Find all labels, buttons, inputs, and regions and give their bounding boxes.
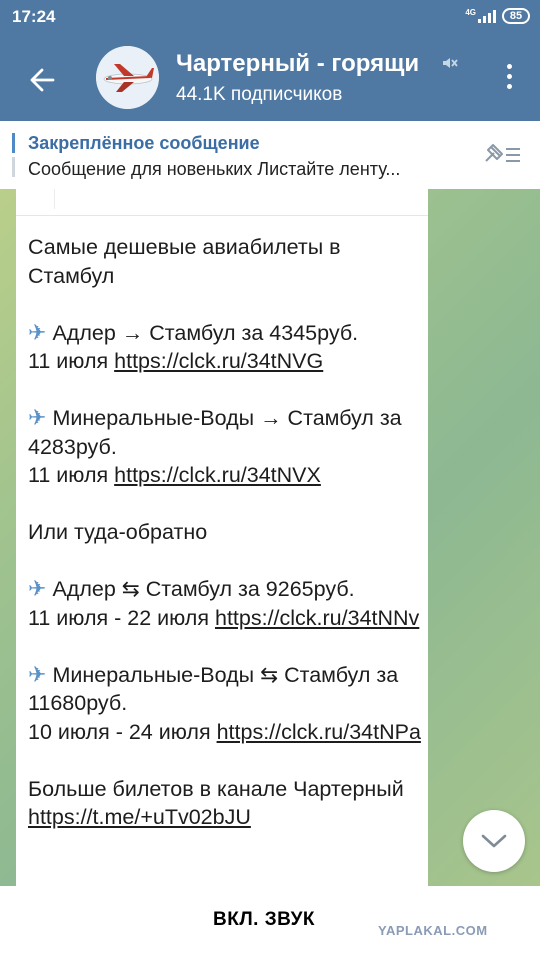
unmute-button[interactable]: ВКЛ. ЗВУК — [213, 909, 315, 931]
pinned-indicator — [12, 133, 15, 179]
offer-item: ✈ Адлер → Стамбул за 4345руб. 11 июля htt… — [28, 319, 422, 376]
pinned-text: Сообщение для новеньких Листайте ленту..… — [28, 159, 401, 179]
offer-route: Адлер → Стамбул за 4345руб. — [52, 320, 359, 345]
offer-item: ✈ Минеральные-Воды → Стамбул за 4283руб. … — [28, 404, 422, 490]
channel-avatar[interactable] — [96, 46, 159, 109]
airplane-avatar-icon — [96, 46, 159, 109]
watermark: YAPLAKAL.COM — [378, 923, 488, 938]
back-arrow-icon — [30, 68, 55, 92]
offer-link[interactable]: https://clck.ru/34tNVX — [114, 463, 321, 487]
pinned-title: Закреплённое сообщение — [28, 133, 260, 153]
airplane-icon: ✈ — [28, 661, 47, 687]
signal-icon — [478, 9, 496, 23]
more-tickets: Больше билетов в канале Чартерный https:… — [28, 775, 422, 832]
previous-message-edge — [16, 189, 428, 216]
message-bubble[interactable]: Самые дешевые авиабилеты в Стамбул ✈ Адле… — [16, 189, 428, 886]
battery-level: 85 — [509, 10, 523, 22]
chevron-down-icon — [481, 834, 507, 848]
message-text: Самые дешевые авиабилеты в Стамбул ✈ Адле… — [28, 233, 422, 860]
offer-route: Минеральные-Воды → Стамбул за 4283руб. — [28, 406, 402, 459]
roundtrip-heading: Или туда-обратно — [28, 520, 208, 544]
channel-header: Чартерный - горящи 44.1K подписчиков — [0, 36, 540, 121]
roundtrip-item: ✈ Минеральные-Воды ⇆ Стамбул за 11680руб.… — [28, 661, 422, 747]
airplane-icon: ✈ — [28, 405, 47, 430]
roundtrip-link[interactable]: https://clck.ru/34tNPa — [217, 720, 421, 744]
airplane-icon: ✈ — [28, 319, 47, 345]
network-type: 4G — [465, 7, 476, 17]
roundtrip-date: 10 июля - 24 июля — [28, 719, 211, 744]
pinned-list-icon[interactable] — [482, 141, 522, 174]
roundtrip-link[interactable]: https://clck.ru/34tNNv — [215, 606, 419, 630]
muted-icon — [440, 54, 458, 77]
pinned-message[interactable]: Закреплённое сообщение Сообщение для нов… — [0, 121, 540, 190]
roundtrip-route: Адлер ⇆ Стамбул за 9265руб. — [52, 577, 355, 601]
offer-link[interactable]: https://clck.ru/34tNVG — [114, 349, 323, 373]
channel-invite-link[interactable]: https://t.me/+uTv02bJU — [28, 805, 251, 829]
subscriber-count: 44.1K подписчиков — [176, 84, 343, 105]
message-intro: Самые дешевые авиабилеты в Стамбул — [28, 235, 341, 288]
more-menu-icon[interactable] — [507, 64, 512, 89]
status-time: 17:24 — [12, 7, 56, 26]
chat-area[interactable]: Самые дешевые авиабилеты в Стамбул ✈ Адле… — [0, 189, 540, 886]
battery-icon: 85 — [502, 8, 530, 24]
more-text: Больше билетов в канале Чартерный — [28, 776, 404, 801]
roundtrip-item: ✈ Адлер ⇆ Стамбул за 9265руб. 11 июля - 2… — [28, 575, 422, 632]
status-icons: 4G 85 — [465, 8, 530, 24]
roundtrip-route: Минеральные-Воды ⇆ Стамбул за 11680руб. — [28, 662, 399, 716]
offer-date: 11 июля — [28, 349, 109, 373]
back-button[interactable] — [22, 60, 62, 100]
roundtrip-date: 11 июля - 22 июля — [28, 605, 209, 630]
scroll-down-button[interactable] — [463, 810, 525, 872]
offer-date: 11 июля — [28, 463, 109, 487]
status-bar: 17:24 4G 85 — [0, 0, 540, 36]
channel-title[interactable]: Чартерный - горящи — [176, 50, 438, 78]
bottom-bar: ВКЛ. ЗВУК YAPLAKAL.COM — [0, 886, 540, 960]
airplane-icon: ✈ — [28, 576, 47, 601]
